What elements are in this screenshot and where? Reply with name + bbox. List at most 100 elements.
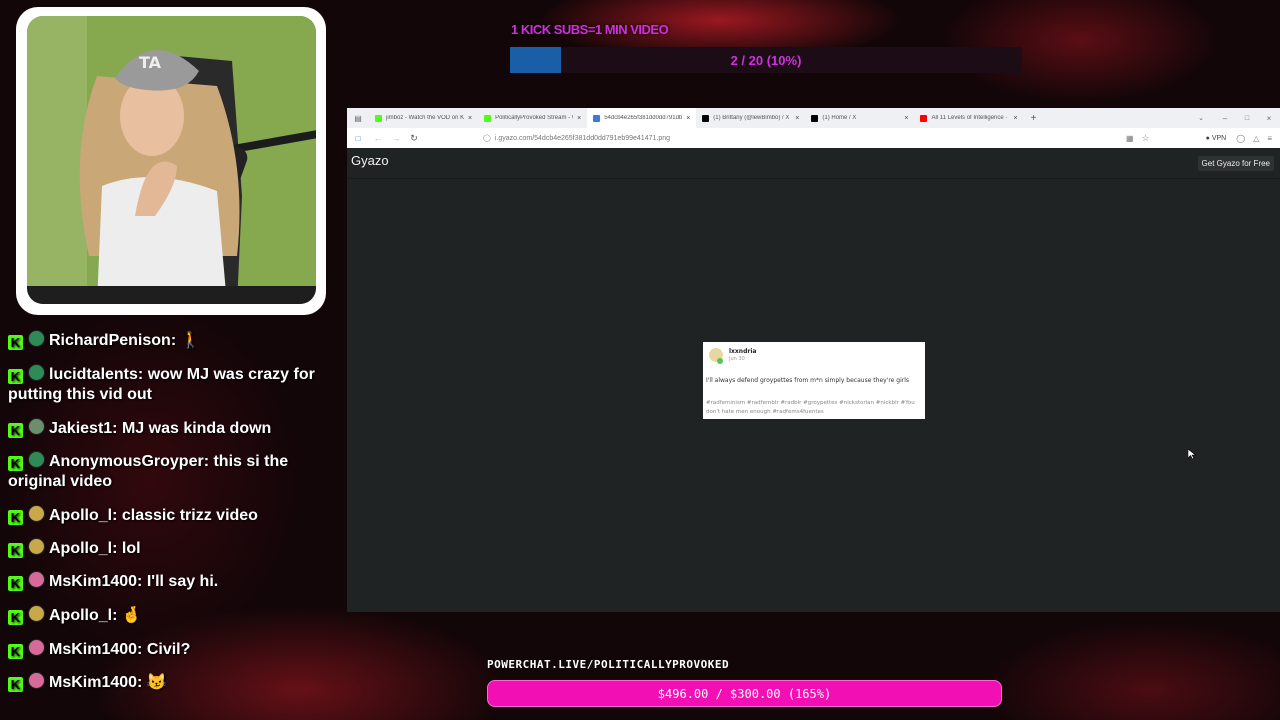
forward-button[interactable]: → [387, 133, 405, 143]
chat-separator: : [170, 332, 181, 349]
back-button[interactable]: ← [369, 133, 387, 143]
chat-message: K Apollo_l: classic trizz video [8, 505, 326, 526]
sub-goal-bar: 2 / 20 (10%) [510, 47, 1022, 73]
chat-text: classic trizz video [121, 507, 258, 524]
get-gyazo-button[interactable]: Get Gyazo for Free [1197, 156, 1274, 171]
chat-message: K Apollo_l: 🤞 [8, 605, 326, 626]
browser-tab[interactable]: PoliticallyProvoked Stream - W × [478, 108, 587, 128]
tab-title: jimboz - Watch the VOD on Kic [386, 115, 464, 121]
close-tab-icon[interactable]: × [577, 115, 581, 122]
kick-icon: K [8, 677, 23, 692]
user-badge-icon [28, 330, 45, 347]
gyazo-header: Gyazo Get Gyazo for Free [347, 148, 1280, 179]
chat-username[interactable]: Apollo_l [49, 507, 112, 524]
kick-icon: K [8, 543, 23, 558]
vpn-label: VPN [1211, 134, 1227, 142]
new-tab-button[interactable]: + [1024, 113, 1044, 124]
close-tab-icon[interactable]: × [1013, 115, 1017, 122]
bookmark-icon[interactable]: ☆ [1142, 133, 1150, 144]
chat-username[interactable]: lucidtalents [49, 366, 138, 383]
user-badge-icon [28, 505, 45, 522]
sidebar-toggle-icon[interactable]: □ [347, 134, 369, 143]
x-icon [811, 114, 819, 122]
online-badge-icon [717, 358, 723, 364]
vpn-badge[interactable]: ● VPN [1206, 135, 1227, 142]
maximize-button[interactable]: □ [1236, 115, 1258, 122]
kick-icon [375, 114, 382, 122]
browser-tab[interactable]: All 11 Levels of Intelligence · W × [914, 108, 1023, 128]
chat-text: MJ was kinda down [121, 420, 272, 437]
user-badge-icon [28, 451, 45, 468]
chat-separator: : [112, 420, 122, 437]
reload-button[interactable]: ↻ [405, 133, 423, 144]
browser-tab[interactable]: jimboz - Watch the VOD on Kic × [369, 108, 478, 128]
chat-message: Klucidtalents: wow MJ was crazy for putt… [8, 364, 326, 405]
chat-username[interactable]: RichardPenison [49, 332, 171, 349]
chat-username[interactable]: MsKim1400 [49, 641, 137, 658]
kick-icon: K [8, 335, 23, 350]
chat-separator: : [112, 507, 122, 524]
user-badge-icon [28, 418, 45, 435]
kick-icon: K [8, 510, 23, 525]
minimize-button[interactable]: – [1214, 114, 1236, 123]
browser-tab[interactable]: (1) Brittany (@lewBimbo) / X × [696, 108, 805, 128]
chat-username[interactable]: Jakiest1 [49, 420, 112, 437]
close-tab-icon[interactable]: × [686, 115, 690, 122]
kick-icon: K [8, 644, 23, 659]
profile-icon[interactable]: ◯ [1236, 134, 1245, 143]
url-field[interactable]: i.gyazo.com/54dcb4e265f381dd0dd791eb99e4… [495, 135, 995, 142]
post-username: lxxndria [729, 348, 757, 355]
kick-icon: K [8, 456, 23, 471]
chat-message: K Jakiest1: MJ was kinda down [8, 418, 326, 439]
user-badge-icon [28, 571, 45, 588]
user-badge-icon [28, 605, 45, 622]
chat-message: K RichardPenison: 🚶 [8, 330, 326, 351]
chat-separator: : [112, 607, 122, 624]
menu-icon[interactable]: ≡ [1267, 134, 1272, 143]
close-tab-icon[interactable]: × [795, 115, 799, 122]
kick-icon [484, 114, 492, 122]
tab-bar: ▤ jimboz - Watch the VOD on Kic × Politica… [347, 108, 1280, 128]
kick-icon: K [8, 610, 23, 625]
tab-title: (1) Home / X [822, 115, 857, 121]
user-badge-icon [28, 364, 45, 381]
reader-mode-icon[interactable]: ▦ [1126, 134, 1134, 143]
tab-list: jimboz - Watch the VOD on Kic × Politicall… [369, 108, 1024, 128]
post-text: I'll always defend groypettes from m*n s… [706, 377, 910, 384]
x-icon [702, 114, 710, 122]
close-window-button[interactable]: × [1258, 114, 1280, 123]
chat-username[interactable]: Apollo_l [49, 540, 112, 557]
tab-title: All 11 Levels of Intelligence · W [931, 115, 1010, 121]
chat-message: K Apollo_l: lol [8, 538, 326, 559]
browser-window: ▤ jimboz - Watch the VOD on Kic × Politica… [347, 108, 1280, 612]
chat-message: K MsKim1400: Civil? [8, 639, 326, 660]
chat-message: K MsKim1400: I'll say hi. [8, 571, 326, 592]
tab-title: PoliticallyProvoked Stream - W [495, 115, 574, 121]
chat-username[interactable]: Apollo_l [49, 607, 112, 624]
mouse-cursor-icon [1188, 449, 1196, 459]
chat-username[interactable]: MsKim1400 [49, 573, 137, 590]
browser-tab[interactable]: 54dcb4e265f381dd0dd791db9 × [587, 108, 697, 128]
chat-text: lol [121, 540, 141, 557]
close-tab-icon[interactable]: × [904, 115, 908, 122]
chat-separator: : [137, 674, 147, 691]
tab-title: 54dcb4e265f381dd0dd791db9 [604, 115, 683, 121]
user-badge-icon [28, 538, 45, 555]
gyazo-logo[interactable]: Gyazo [351, 153, 389, 168]
tab-actions-icon[interactable]: ▤ [347, 114, 369, 123]
post-screenshot[interactable]: lxxndria Jun 30 I'll always defend groyp… [703, 342, 925, 419]
tab-search-icon[interactable]: ⌄ [1188, 114, 1214, 122]
post-tags: #radfeminism #radfemblr #radblr #groypet… [706, 400, 915, 415]
powerchat-label: POWERCHAT.LIVE/POLITICALLYPROVOKED [487, 658, 730, 671]
youtube-icon [920, 114, 928, 122]
chat-username[interactable]: MsKim1400 [49, 674, 137, 691]
close-tab-icon[interactable]: × [468, 115, 472, 122]
extensions-icon[interactable]: △ [1253, 134, 1259, 143]
chat-username[interactable]: AnonymousGroyper [49, 453, 204, 470]
post-date: Jun 30 [729, 356, 745, 362]
site-info-icon[interactable]: ◯ [483, 134, 491, 142]
powerchat-amount: $496.00 / $300.00 (165%) [657, 687, 832, 701]
browser-tab[interactable]: (1) Home / X × [805, 108, 914, 128]
chat-text: 🤞 [121, 607, 142, 624]
address-bar-row: □ ← → ↻ ◯ i.gyazo.com/54dcb4e265f381dd0d… [347, 128, 1280, 148]
